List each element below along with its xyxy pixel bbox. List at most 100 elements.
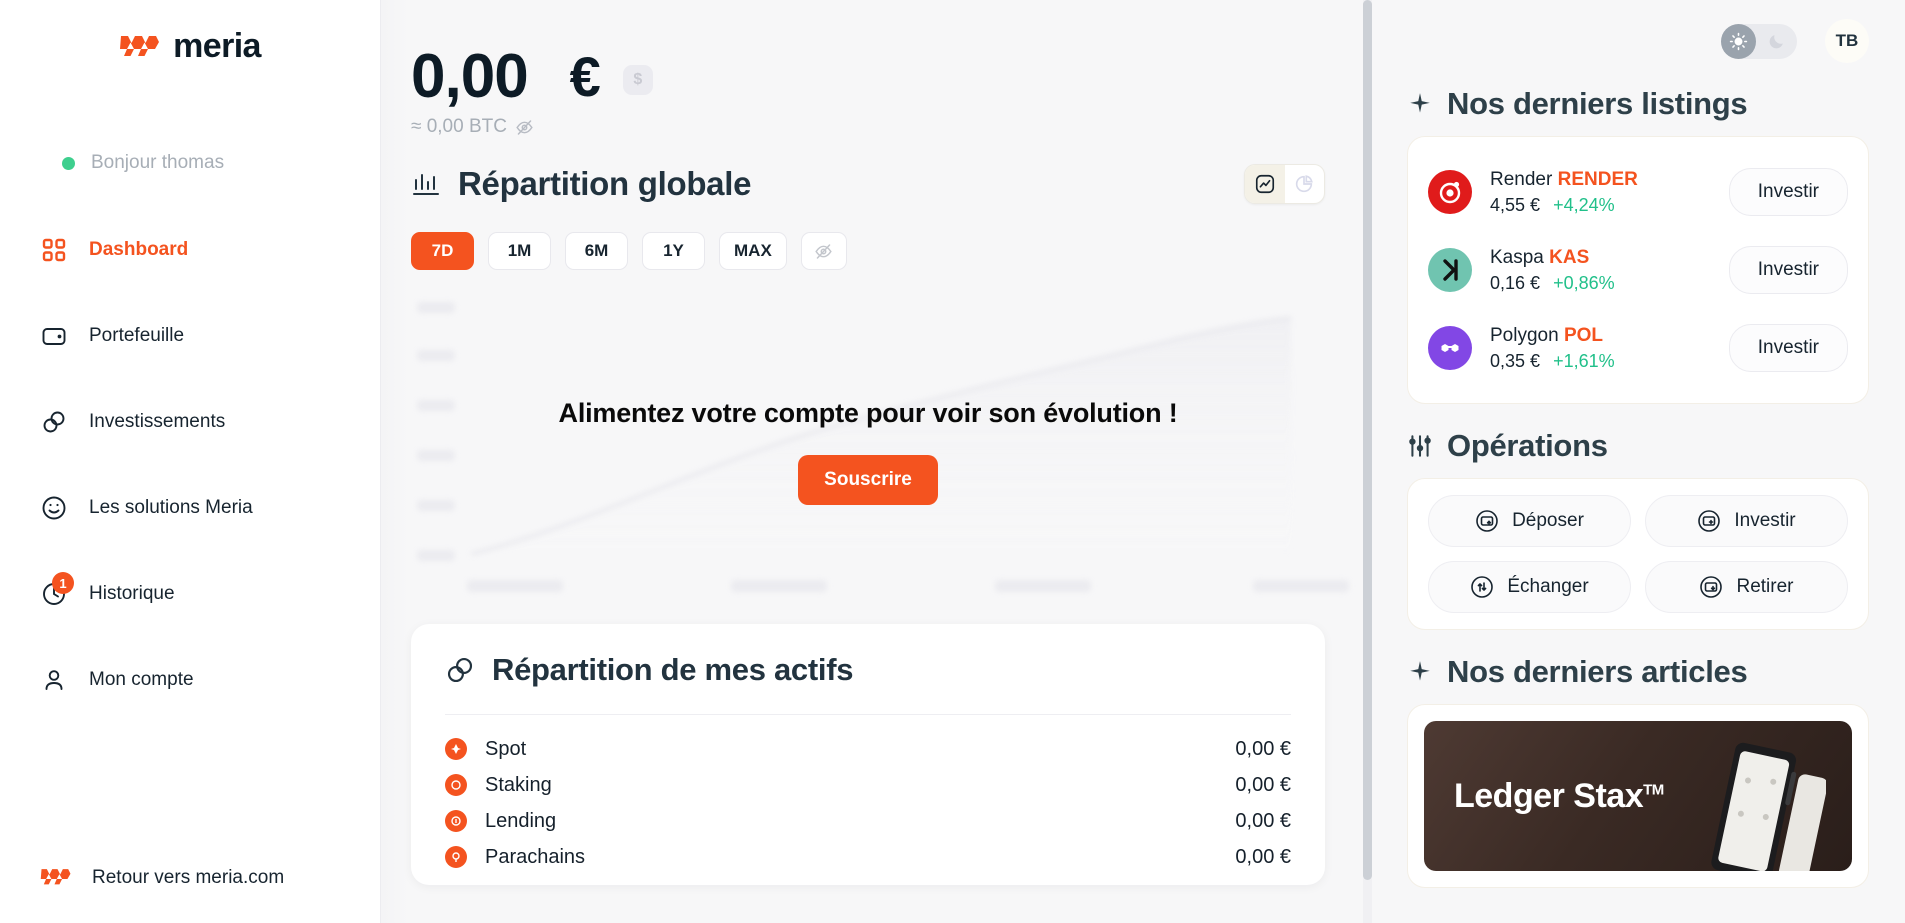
period-button-6m[interactable]: 6M xyxy=(565,232,628,270)
balance-currency: € xyxy=(569,45,601,108)
invest-button[interactable]: Investir xyxy=(1728,168,1848,216)
invest-operation-button[interactable]: Investir xyxy=(1645,495,1848,547)
coin-symbol: RENDER xyxy=(1557,169,1638,191)
coin-name-line: Polygon POL xyxy=(1490,323,1615,349)
articles-title: Nos derniers articles xyxy=(1447,654,1748,689)
sidebar-item-label: Portefeuille xyxy=(89,325,185,346)
wallet-icon xyxy=(41,323,67,349)
listing-row: Render RENDER 4,55 € +4,24% Investir xyxy=(1428,153,1848,231)
coin-change: +1,61% xyxy=(1553,350,1615,371)
empty-state-message: Alimentez votre compte pour voir son évo… xyxy=(558,397,1178,428)
article-banner[interactable]: Ledger StaxTM xyxy=(1424,721,1852,871)
asset-value: 0,00 € xyxy=(1235,845,1291,868)
invest-button[interactable]: Investir xyxy=(1728,246,1848,294)
sidebar-item-portefeuille[interactable]: Portefeuille xyxy=(0,312,380,360)
sidebar-item-mon-compte[interactable]: Mon compte xyxy=(0,656,380,704)
rings-icon xyxy=(41,409,67,435)
card-up-icon xyxy=(1476,510,1498,532)
currency-toggle-button[interactable]: $ xyxy=(622,65,653,95)
meria-logo-icon xyxy=(40,869,71,885)
polygon-coin-icon xyxy=(1428,326,1472,370)
pie-chart-icon[interactable] xyxy=(1285,165,1325,203)
back-to-meria-link[interactable]: Retour vers meria.com xyxy=(0,866,380,923)
period-button-1y[interactable]: 1Y xyxy=(642,232,705,270)
evolution-chart: Alimentez votre compte pour voir son évo… xyxy=(411,292,1349,610)
assets-card-title-group: Répartition de mes actifs xyxy=(445,652,1291,688)
ledger-device-image xyxy=(1711,742,1826,871)
theme-toggle[interactable] xyxy=(1721,23,1797,59)
hide-values-toggle[interactable] xyxy=(800,232,847,270)
asset-label: Staking xyxy=(485,773,552,796)
coin-change: +0,86% xyxy=(1553,272,1615,293)
balance-amount: 0,00 xyxy=(411,42,529,111)
main-scrollbar[interactable] xyxy=(1355,0,1375,923)
greeting: Bonjour thomas xyxy=(0,148,380,178)
coin-name-line: Render RENDER xyxy=(1490,167,1638,193)
rings-icon xyxy=(447,657,473,683)
asset-value: 0,00 € xyxy=(1235,809,1291,832)
sidebar-nav: Dashboard Portefeuille Investissements L… xyxy=(0,226,380,742)
withdraw-button[interactable]: Retirer xyxy=(1645,561,1848,613)
listings-title: Nos derniers listings xyxy=(1447,86,1748,121)
operation-label: Échanger xyxy=(1507,576,1589,597)
scrollbar-thumb[interactable] xyxy=(1363,0,1372,880)
sidebar-item-label: Investissements xyxy=(89,411,226,432)
kaspa-coin-icon xyxy=(1428,248,1472,292)
back-link-label: Retour vers meria.com xyxy=(92,866,285,888)
articles-card[interactable]: Ledger StaxTM xyxy=(1407,704,1869,888)
render-coin-icon xyxy=(1428,170,1472,214)
asset-label: Lending xyxy=(485,809,557,832)
eye-off-icon xyxy=(815,243,833,259)
sidebar-item-solutions-meria[interactable]: Les solutions Meria xyxy=(0,484,380,532)
period-button-max[interactable]: MAX xyxy=(719,232,787,270)
sidebar-item-dashboard[interactable]: Dashboard xyxy=(0,226,380,274)
card-down-icon xyxy=(1700,576,1723,598)
balance-header: 0,00 € $ xyxy=(411,0,1325,108)
subscribe-button[interactable]: Souscrire xyxy=(798,454,938,505)
chart-empty-state: Alimentez votre compte pour voir son évo… xyxy=(411,292,1325,610)
parachains-icon xyxy=(445,846,467,868)
coin-price-line: 0,16 € +0,86% xyxy=(1490,271,1615,295)
smiley-icon xyxy=(41,495,67,521)
sun-icon xyxy=(1721,23,1756,59)
card-plus-icon xyxy=(1698,510,1721,532)
chart-title: Répartition globale xyxy=(458,165,752,202)
brand-logo[interactable]: meria xyxy=(0,0,380,76)
btc-value: ≈ 0,00 BTC xyxy=(411,116,507,137)
listing-row: Polygon POL 0,35 € +1,61% Investir xyxy=(1428,309,1848,387)
avatar[interactable]: TB xyxy=(1825,19,1869,63)
history-badge: 1 xyxy=(52,572,74,594)
asset-value: 0,00 € xyxy=(1235,737,1291,760)
topbar: TB xyxy=(1407,0,1869,63)
right-panel: TB Nos derniers listings Render RENDER 4… xyxy=(1375,0,1905,923)
coin-symbol: KAS xyxy=(1549,247,1590,269)
period-button-7d[interactable]: 7D xyxy=(411,232,474,270)
operation-label: Retirer xyxy=(1736,576,1794,597)
lending-icon xyxy=(445,810,467,832)
operations-title: Opérations xyxy=(1447,428,1608,463)
sidebar-item-label: Les solutions Meria xyxy=(89,497,253,518)
period-filters: 7D 1M 6M 1Y MAX xyxy=(411,232,1325,270)
exchange-button[interactable]: Échanger xyxy=(1428,561,1631,613)
assets-card-title: Répartition de mes actifs xyxy=(492,652,854,687)
sidebar-item-historique[interactable]: 1 Historique xyxy=(0,570,380,618)
operations-card: Déposer Investir Échanger Retirer xyxy=(1407,478,1869,630)
asset-row: Spot 0,00 € xyxy=(445,731,1291,767)
asset-row: Parachains 0,00 € xyxy=(445,839,1291,875)
app-root: meria Bonjour thomas Dashboard Portefeui… xyxy=(0,0,1905,923)
listings-title-group: Nos derniers listings xyxy=(1407,86,1869,122)
eye-off-icon[interactable] xyxy=(515,118,534,137)
deposit-button[interactable]: Déposer xyxy=(1428,495,1631,547)
staking-icon xyxy=(445,774,467,796)
coin-name: Kaspa xyxy=(1490,247,1544,269)
online-status-dot xyxy=(62,156,75,170)
coin-symbol: POL xyxy=(1563,325,1604,347)
bar-chart-icon xyxy=(413,174,439,195)
period-button-1m[interactable]: 1M xyxy=(488,232,551,270)
sidebar-item-investissements[interactable]: Investissements xyxy=(0,398,380,446)
sidebar-item-label: Mon compte xyxy=(89,669,194,690)
swap-icon xyxy=(1471,576,1494,598)
invest-button[interactable]: Investir xyxy=(1728,324,1848,372)
line-chart-icon[interactable] xyxy=(1245,165,1285,203)
user-icon xyxy=(41,667,67,693)
